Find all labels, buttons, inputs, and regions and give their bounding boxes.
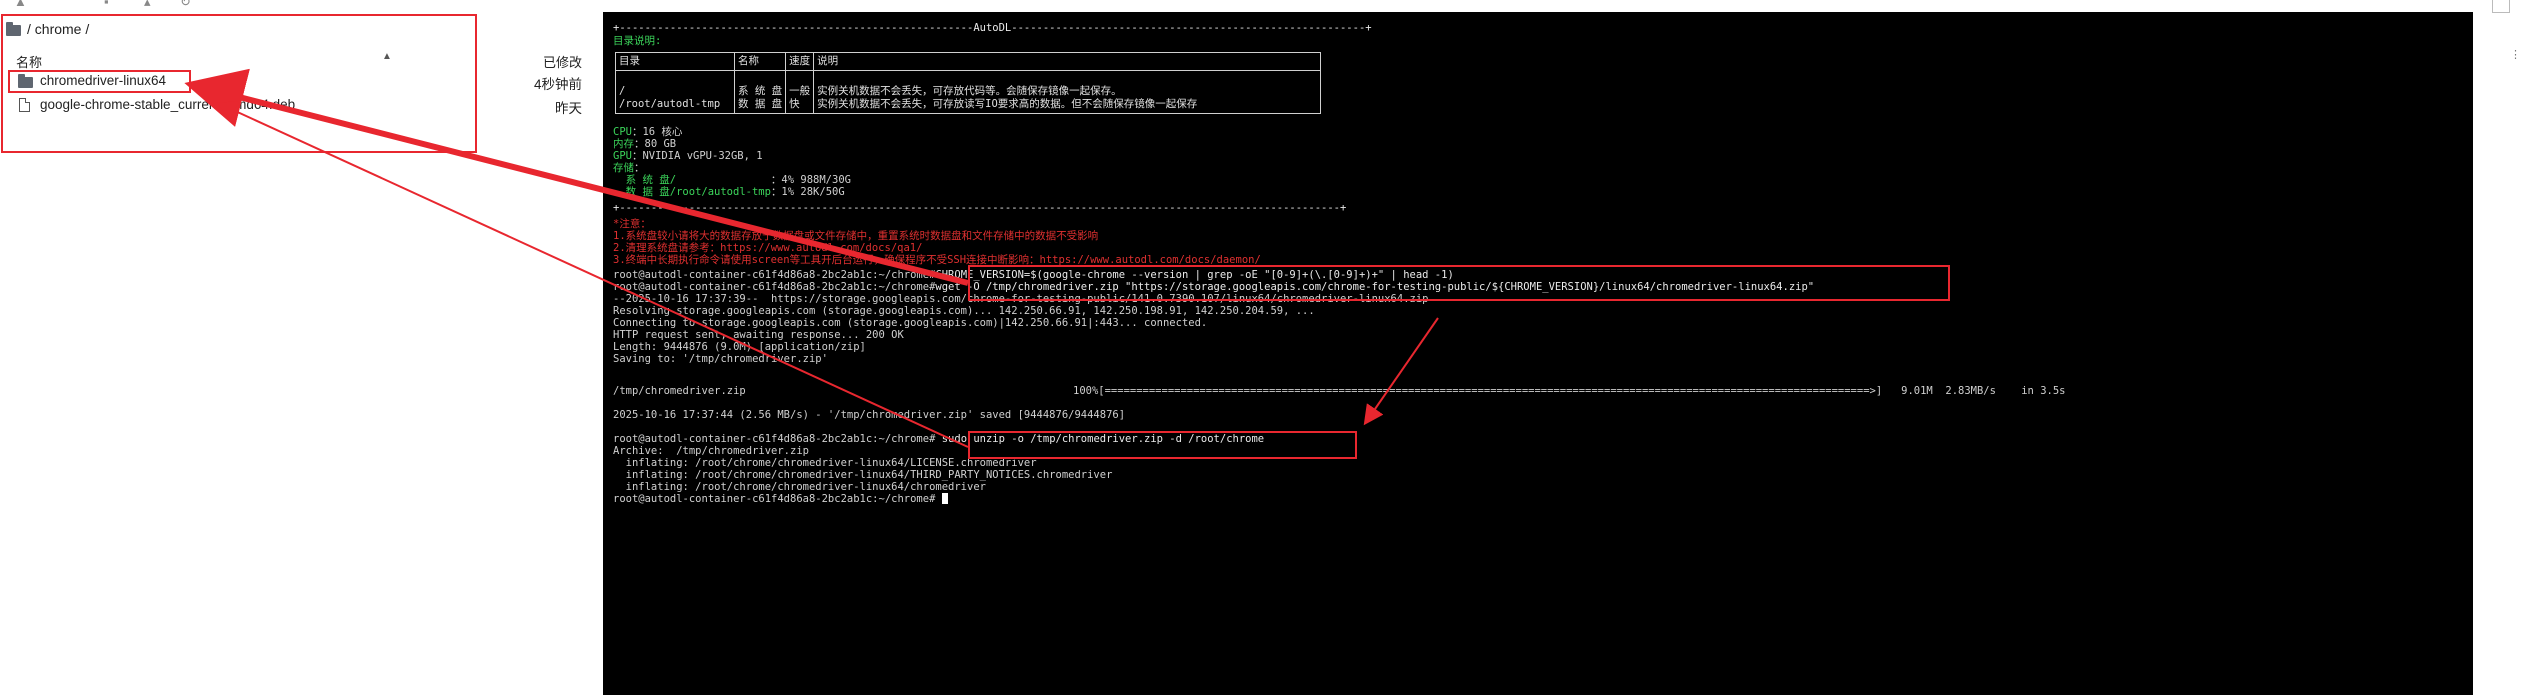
wget-output: Connecting to storage.googleapis.com (st… bbox=[613, 317, 1208, 329]
sysinfo-line: 存储： bbox=[613, 162, 645, 174]
table-header: 名称 bbox=[733, 52, 787, 71]
progress-bar: 100%[===================================… bbox=[1073, 385, 2066, 397]
terminal-screen[interactable]: +---------------------------------------… bbox=[603, 12, 2473, 695]
sysinfo-line: CPU：16 核心 bbox=[613, 126, 683, 138]
toolbar-strip: ▲ ▪ ▴ ↻ bbox=[0, 0, 598, 8]
autodl-banner: +---------------------------------------… bbox=[613, 22, 1372, 34]
toolbar-icon-new[interactable]: ▪ bbox=[104, 0, 109, 8]
table-cell: 实例关机数据不会丢失，可存放代码等。会随保存镜像一起保存。 实例关机数据不会丢失… bbox=[813, 70, 1322, 114]
file-icon bbox=[19, 98, 30, 112]
wget-output: HTTP request sent, awaiting response... … bbox=[613, 329, 904, 341]
file-name: google-chrome-stable_current_amd64.deb bbox=[40, 97, 296, 112]
toolbar-icon-upload-file[interactable]: ▴ bbox=[144, 0, 151, 8]
notice-title: *注意： bbox=[613, 218, 651, 230]
notice-line: 2.清理系统盘请参考：https://www.autodl.com/docs/q… bbox=[613, 242, 923, 254]
table-header: 目录 bbox=[615, 52, 735, 71]
command-chrome-version: CHROME_VERSION=$(google-chrome --version… bbox=[935, 269, 1454, 281]
wget-output: Saving to: '/tmp/chromedriver.zip' bbox=[613, 353, 828, 365]
wget-output: Length: 9444876 (9.0M) [application/zip] bbox=[613, 341, 866, 353]
terminal-window[interactable]: +---------------------------------------… bbox=[598, 0, 2521, 695]
breadcrumb[interactable]: / chrome / bbox=[6, 16, 89, 42]
sysinfo-line: 内存：80 GB bbox=[613, 138, 677, 150]
more-options-icon[interactable]: ⋮ bbox=[2510, 48, 2521, 61]
unzip-output: inflating: /root/chrome/chromedriver-lin… bbox=[613, 481, 986, 493]
column-modified-header[interactable]: 已修改 bbox=[543, 52, 582, 71]
command-line: root@autodl-container-c61f4d86a8-2bc2ab1… bbox=[613, 269, 1454, 281]
file-list-header: 名称 ▲ 已修改 bbox=[0, 50, 598, 70]
table-cell: 系 统 盘 数 据 盘 bbox=[733, 70, 787, 114]
toolbar-icon-upload[interactable]: ▲ bbox=[14, 0, 27, 8]
directory-table: 目录 名称 速度 说明 / /root/autodl-tmp 系 统 盘 数 据… bbox=[615, 52, 1322, 114]
folder-icon bbox=[6, 21, 21, 36]
folder-icon bbox=[18, 74, 33, 88]
table-header: 说明 bbox=[813, 52, 1322, 71]
command-wget: wget -O /tmp/chromedriver.zip "https://s… bbox=[935, 281, 1815, 293]
unzip-output: inflating: /root/chrome/chromedriver-lin… bbox=[613, 457, 1037, 469]
wget-output: Resolving storage.googleapis.com (storag… bbox=[613, 305, 1315, 317]
table-cell: 一般 快 bbox=[785, 70, 815, 114]
unzip-output: Archive: /tmp/chromedriver.zip bbox=[613, 445, 809, 457]
file-row[interactable]: google-chrome-stable_current_amd64.deb 昨… bbox=[0, 94, 598, 118]
unzip-output: inflating: /root/chrome/chromedriver-lin… bbox=[613, 469, 1113, 481]
table-cell: / /root/autodl-tmp bbox=[615, 70, 735, 114]
notice-line: 1.系统盘较小请将大的数据存放于数据盘或文件存储中，重置系统时数据盘和文件存储中… bbox=[613, 230, 1099, 242]
column-name-header[interactable]: 名称 bbox=[16, 52, 42, 71]
command-line: root@autodl-container-c61f4d86a8-2bc2ab1… bbox=[613, 493, 948, 505]
right-edge-strip: ⋮ bbox=[2478, 0, 2521, 695]
dir-heading: 目录说明: bbox=[613, 35, 662, 47]
file-browser-panel: ▲ ▪ ▴ ↻ / chrome / 名称 ▲ 已修改 chromedriver… bbox=[0, 0, 599, 695]
file-name: chromedriver-linux64 bbox=[40, 73, 167, 88]
wget-output: --2025-10-16 17:37:39-- https://storage.… bbox=[613, 293, 1429, 305]
progress-file: /tmp/chromedriver.zip bbox=[613, 385, 746, 397]
window-control[interactable] bbox=[2492, 0, 2510, 13]
sort-ascending-icon[interactable]: ▲ bbox=[382, 51, 392, 62]
command-line: root@autodl-container-c61f4d86a8-2bc2ab1… bbox=[613, 433, 1265, 445]
breadcrumb-path: / chrome / bbox=[27, 21, 90, 37]
file-row[interactable]: chromedriver-linux64 4秒钟前 bbox=[0, 70, 598, 94]
command-line: root@autodl-container-c61f4d86a8-2bc2ab1… bbox=[613, 281, 1815, 293]
command-unzip: sudo unzip -o /tmp/chromedriver.zip -d /… bbox=[941, 433, 1265, 445]
sysinfo-line: GPU：NVIDIA vGPU-32GB, 1 bbox=[613, 150, 763, 162]
sysinfo-line: 数 据 盘/root/autodl-tmp：1% 28K/50G bbox=[613, 186, 845, 198]
separator-line: +---------------------------------------… bbox=[613, 202, 1347, 214]
terminal-cursor bbox=[941, 493, 948, 504]
table-header: 速度 bbox=[785, 52, 815, 71]
file-modified: 昨天 bbox=[555, 101, 582, 116]
toolbar-icon-refresh[interactable]: ↻ bbox=[180, 0, 191, 8]
file-modified: 4秒钟前 bbox=[533, 77, 582, 92]
sysinfo-line: 系 统 盘/ ：4% 988M/30G bbox=[613, 174, 851, 186]
saved-line: 2025-10-16 17:37:44 (2.56 MB/s) - '/tmp/… bbox=[613, 409, 1126, 421]
notice-line: 3.终端中长期执行命令请使用screen等工具开后台运行，确保程序不受SSH连接… bbox=[613, 254, 1261, 266]
